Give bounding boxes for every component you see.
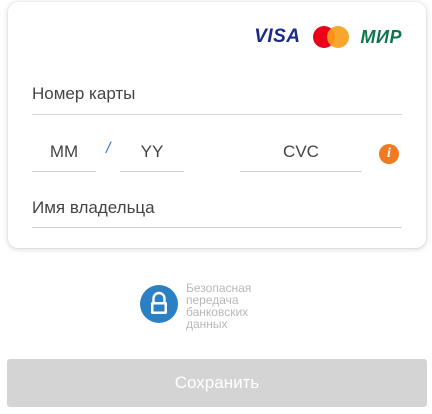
mastercard-logo [312,26,349,48]
cvc-field[interactable]: CVC [240,142,362,172]
expiry-month-placeholder: MM [49,142,79,161]
cardholder-name-placeholder: Имя владельца [32,198,155,217]
security-note-text: Безопасная передача банковских данных [186,281,252,331]
card-form: VISA МИР Номер карты MM / YY CVC i Имя в… [8,2,426,248]
visa-logo: VISA [254,26,301,47]
expiry-year-field[interactable]: YY [120,142,184,172]
card-number-field[interactable]: Номер карты [32,84,402,115]
lock-icon [140,285,178,323]
info-icon[interactable]: i [379,144,399,164]
security-note: Безопасная передача банковских данных [140,282,276,330]
card-number-placeholder: Номер карты [32,84,136,103]
expiry-month-field[interactable]: MM [32,142,96,172]
cvc-placeholder: CVC [283,142,319,161]
expiry-separator: / [106,140,111,157]
save-button[interactable]: Сохранить [7,359,427,407]
expiry-year-placeholder: YY [140,142,164,161]
cardholder-name-field[interactable]: Имя владельца [32,198,402,228]
payment-logos: VISA МИР [254,26,402,48]
mir-logo: МИР [360,26,402,47]
